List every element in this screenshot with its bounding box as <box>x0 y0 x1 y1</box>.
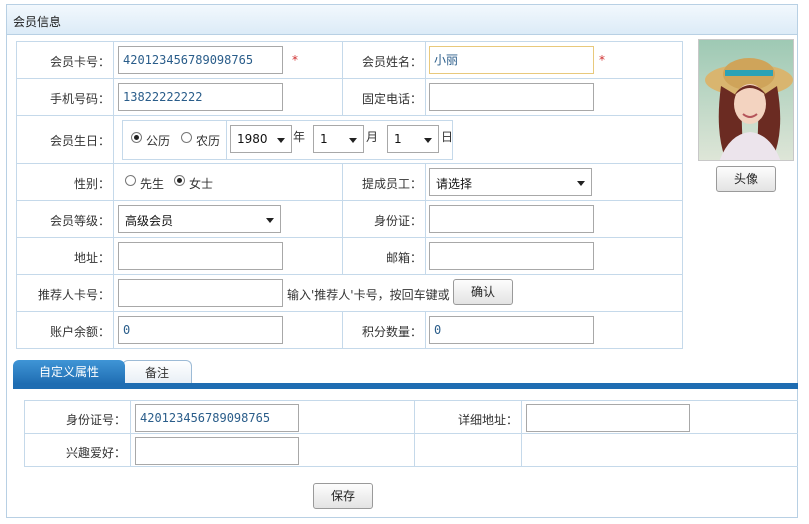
year-unit: 年 <box>293 130 306 144</box>
gender-label: 性别： <box>73 177 110 191</box>
calendar-solar-label: 公历 <box>146 134 171 148</box>
chevron-down-icon <box>349 138 357 143</box>
panel-title: 会员信息 <box>13 15 62 29</box>
email-input[interactable] <box>429 242 594 270</box>
chevron-down-icon <box>266 218 274 223</box>
email-label: 邮箱： <box>385 251 422 265</box>
custom-id-no-label: 身份证号： <box>65 413 126 427</box>
birth-year-select[interactable]: 1980 <box>230 125 292 153</box>
gender-female-radio[interactable] <box>174 175 185 186</box>
month-unit: 月 <box>366 130 379 144</box>
staff-label: 提成员工： <box>361 177 422 191</box>
birth-day-select[interactable]: 1 <box>387 125 439 153</box>
birthday-label: 会员生日： <box>49 134 110 148</box>
address-input[interactable] <box>118 242 283 270</box>
staff-value: 请选择 <box>436 177 473 191</box>
required-mark: * <box>292 53 298 67</box>
points-label: 积分数量： <box>361 325 422 339</box>
chevron-down-icon <box>424 138 432 143</box>
balance-input[interactable]: 0 <box>118 316 283 344</box>
hobby-label: 兴趣爱好： <box>65 446 126 460</box>
detail-address-input[interactable] <box>526 404 690 432</box>
tab-custom-attributes[interactable]: 自定义属性 <box>13 360 125 384</box>
address-label: 地址： <box>73 251 110 265</box>
level-value: 高级会员 <box>125 214 174 228</box>
referrer-confirm-button[interactable]: 确认 <box>453 279 513 305</box>
name-label: 会员姓名： <box>361 55 422 69</box>
birth-month-value: 1 <box>320 132 328 146</box>
card-no-label: 会员卡号： <box>49 55 110 69</box>
mobile-input[interactable]: 13822222222 <box>118 83 283 111</box>
detail-address-label: 详细地址： <box>457 413 518 427</box>
tab-bar-underline <box>13 383 798 389</box>
mobile-label: 手机号码： <box>49 92 110 106</box>
level-select[interactable]: 高级会员 <box>118 205 281 233</box>
name-input[interactable]: 小丽 <box>429 46 594 74</box>
balance-label: 账户余额： <box>49 325 110 339</box>
calendar-solar-radio[interactable] <box>131 132 142 143</box>
panel-header: 会员信息 <box>7 5 797 35</box>
referrer-hint: 输入'推荐人'卡号，按回车键或 <box>287 288 450 302</box>
gender-male-radio[interactable] <box>125 175 136 186</box>
custom-id-no-input[interactable]: 420123456789098765 <box>135 404 299 432</box>
id-card-input[interactable] <box>429 205 594 233</box>
referrer-label: 推荐人卡号： <box>37 288 110 302</box>
referrer-input[interactable] <box>118 279 283 307</box>
avatar-button[interactable]: 头像 <box>716 166 776 192</box>
birth-month-select[interactable]: 1 <box>313 125 364 153</box>
chevron-down-icon <box>277 138 285 143</box>
id-card-label: 身份证： <box>373 214 422 228</box>
save-button[interactable]: 保存 <box>313 483 373 509</box>
required-mark: * <box>599 53 605 67</box>
hobby-input[interactable] <box>135 437 299 465</box>
level-label: 会员等级： <box>49 214 110 228</box>
points-input[interactable]: 0 <box>429 316 594 344</box>
card-no-input[interactable]: 420123456789098765 <box>118 46 283 74</box>
calendar-lunar-radio[interactable] <box>181 132 192 143</box>
avatar-image <box>699 40 793 160</box>
birth-year-value: 1980 <box>237 132 268 146</box>
gender-female-label: 女士 <box>189 177 214 191</box>
day-unit: 日 <box>441 130 454 144</box>
chevron-down-icon <box>577 181 585 186</box>
phone-input[interactable] <box>429 83 594 111</box>
staff-select[interactable]: 请选择 <box>429 168 592 196</box>
phone-label: 固定电话： <box>361 92 422 106</box>
tab-notes[interactable]: 备注 <box>122 360 192 384</box>
calendar-lunar-label: 农历 <box>196 134 221 148</box>
avatar-photo <box>698 39 794 161</box>
gender-male-label: 先生 <box>140 177 165 191</box>
birth-day-value: 1 <box>394 132 402 146</box>
